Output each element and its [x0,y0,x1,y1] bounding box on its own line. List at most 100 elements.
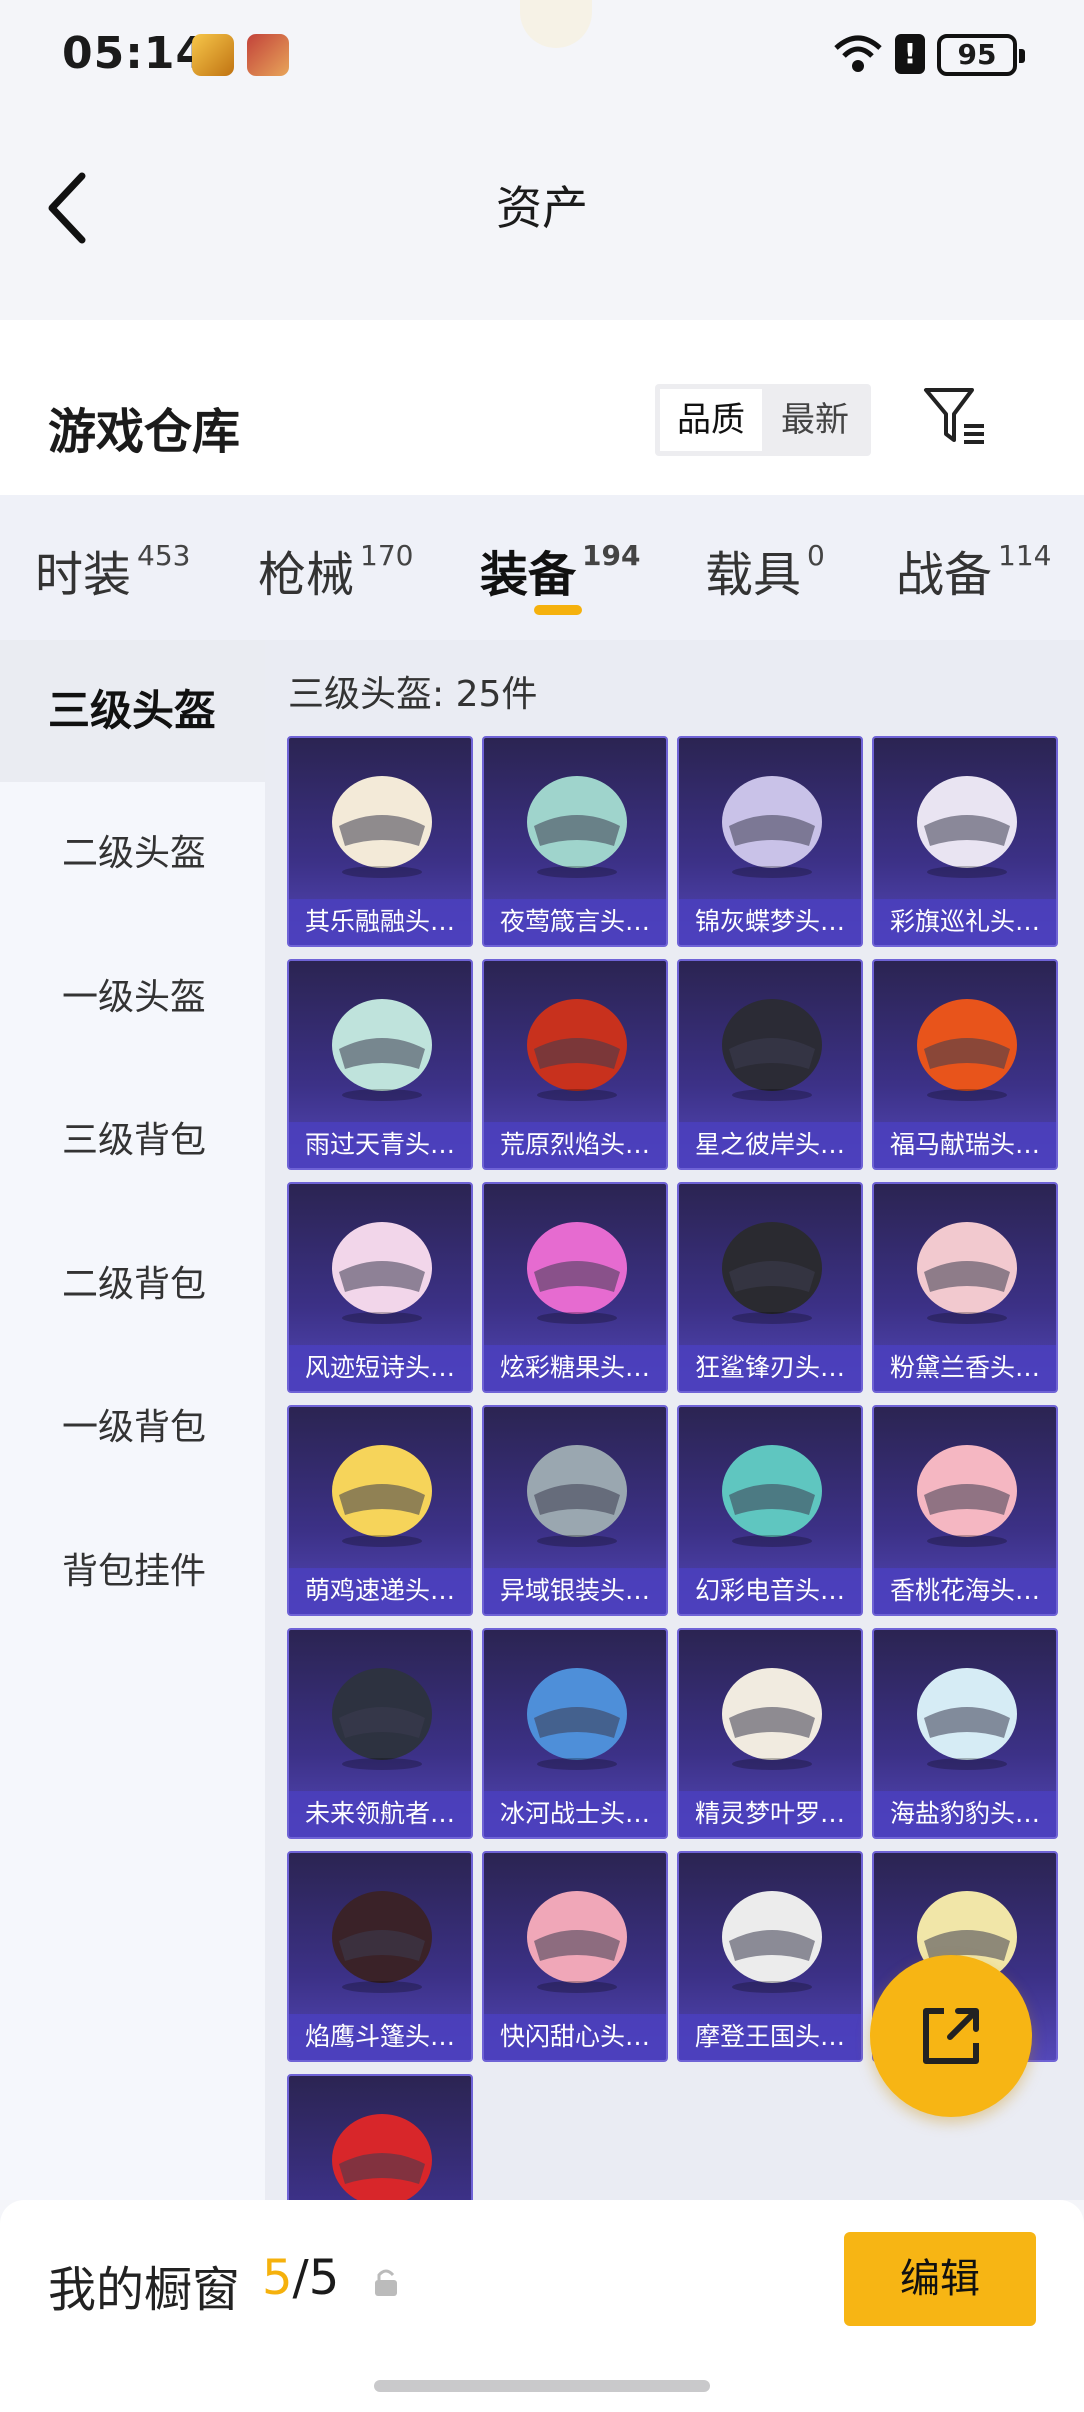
helmet-icon [917,1222,1017,1324]
helmet-item-name: 其乐融融头… [289,899,471,945]
helmet-item-card[interactable]: 冰河战士头… [482,1628,668,1839]
helmet-icon [527,999,627,1101]
sidebar-item-level3-backpack[interactable]: 三级背包 [0,1070,265,1212]
helmet-icon [722,1891,822,1993]
sidebar-item-level2-backpack[interactable]: 二级背包 [0,1214,265,1356]
edit-showcase-button[interactable]: 编辑 [844,2232,1036,2326]
showcase-current: 5 [262,2250,293,2306]
sidebar: 三级头盔 二级头盔 一级头盔 三级背包 二级背包 一级背包 背包挂件 [0,640,265,2200]
helmet-item-card[interactable]: 雨过天青头… [287,959,473,1170]
helmet-item-card[interactable]: 狂鲨锋刃头… [677,1182,863,1393]
tab-label: 战备 [896,547,993,603]
tab-supplies[interactable]: 战备 114 [896,535,1051,605]
helmet-icon [722,999,822,1101]
tab-count: 114 [998,539,1052,572]
helmet-icon [527,1445,627,1547]
share-button[interactable] [870,1955,1032,2117]
sort-toggle: 品质 最新 [655,384,871,456]
helmet-item-card[interactable]: 未来领航者… [287,1628,473,1839]
sidebar-item-level1-backpack[interactable]: 一级背包 [0,1357,265,1499]
helmet-icon [527,1222,627,1324]
helmet-item-name: 未来领航者… [289,1791,471,1837]
helmet-item-card[interactable]: 夜莺箴言头… [482,736,668,947]
helmet-item-card[interactable]: 异域银装头… [482,1405,668,1616]
wifi-icon [834,35,882,72]
helmet-item-card[interactable]: 粉黛兰香头… [872,1182,1058,1393]
tab-label: 枪械 [258,547,355,603]
app-notification-icon [192,34,234,76]
showcase-count: 5/5 [262,2250,339,2306]
helmet-icon [332,1668,432,1770]
helmet-item-name: 焰鹰斗篷头… [289,2014,471,2060]
sidebar-item-level3-helmet[interactable]: 三级头盔 [0,640,265,782]
helmet-item-name: 锦灰蝶梦头… [679,899,861,945]
helmet-item-name: 粉黛兰香头… [874,1345,1056,1391]
tab-firearms[interactable]: 枪械 170 [258,535,413,605]
helmet-item-name: 星之彼岸头… [679,1122,861,1168]
helmet-item-card[interactable]: 彩旗巡礼头… [872,736,1058,947]
helmet-item-card[interactable]: 炫彩糖果头… [482,1182,668,1393]
helmet-icon [722,776,822,878]
helmet-icon [527,1668,627,1770]
helmet-item-name: 风迹短诗头… [289,1345,471,1391]
helmet-item-name: 香桃花海头… [874,1568,1056,1614]
tab-count: 0 [807,539,825,572]
tab-count: 170 [360,539,414,572]
active-tab-indicator [534,605,582,615]
helmet-item-card[interactable]: 摩登王国头… [677,1851,863,2062]
helmet-item-name: 冰河战士头… [484,1791,666,1837]
helmet-icon [332,999,432,1101]
helmet-icon [332,1445,432,1547]
helmet-item-name: 狂鲨锋刃头… [679,1345,861,1391]
share-icon [923,2008,979,2064]
alert-icon: ! [895,34,925,74]
helmet-item-card[interactable]: 快闪甜心头… [482,1851,668,2062]
home-indicator [374,2380,710,2392]
helmet-icon [332,1891,432,1993]
filter-icon[interactable] [922,384,988,450]
sidebar-item-backpack-charm[interactable]: 背包挂件 [0,1501,265,1643]
tab-equipment[interactable]: 装备 194 [480,535,640,605]
helmet-item-name: 雨过天青头… [289,1122,471,1168]
tab-vehicles[interactable]: 载具 0 [705,535,825,605]
camera-cutout [520,0,592,48]
helmet-icon [722,1445,822,1547]
sort-quality-button[interactable]: 品质 [660,389,762,451]
helmet-item-name: 萌鸡速递头… [289,1568,471,1614]
tab-label: 时装 [35,547,132,603]
helmet-icon [722,1222,822,1324]
helmet-item-name: 福马献瑞头… [874,1122,1056,1168]
helmet-item-card[interactable]: 荒原烈焰头… [482,959,668,1170]
item-count-label: 三级头盔: 25件 [288,674,538,715]
lock-icon [375,2269,397,2296]
category-tabs: 时装 453 枪械 170 装备 194 载具 0 战备 114 [0,495,1084,640]
helmet-item-card[interactable]: 星之彼岸头… [677,959,863,1170]
helmet-item-name: 炫彩糖果头… [484,1345,666,1391]
helmet-item-card[interactable]: 精灵梦叶罗… [677,1628,863,1839]
helmet-item-card[interactable]: 风迹短诗头… [287,1182,473,1393]
helmet-item-card[interactable]: 萌鸡速递头… [287,1405,473,1616]
helmet-icon [527,776,627,878]
helmet-item-card[interactable]: 福马献瑞头… [872,959,1058,1170]
app-notification-icon [247,34,289,76]
sidebar-item-level1-helmet[interactable]: 一级头盔 [0,927,265,1069]
helmet-icon [722,1668,822,1770]
sidebar-item-level2-helmet[interactable]: 二级头盔 [0,783,265,925]
helmet-item-card[interactable]: 其乐融融头… [287,736,473,947]
helmet-icon [332,776,432,878]
helmet-item-name: 快闪甜心头… [484,2014,666,2060]
helmet-item-card[interactable]: 锦灰蝶梦头… [677,736,863,947]
helmet-item-name: 彩旗巡礼头… [874,899,1056,945]
page-title: 资产 [496,181,588,235]
status-time: 05:14 [62,28,208,79]
helmet-item-card[interactable]: 海盐豹豹头… [872,1628,1058,1839]
tab-fashion[interactable]: 时装 453 [35,535,190,605]
helmet-item-card[interactable]: 香桃花海头… [872,1405,1058,1616]
battery-icon: 95 [937,34,1025,76]
tab-count: 453 [137,539,191,572]
showcase-total: /5 [292,2250,340,2306]
status-bar: 05:14 ! 95 [0,0,1084,110]
helmet-item-card[interactable]: 幻彩电音头… [677,1405,863,1616]
sort-newest-button[interactable]: 最新 [764,389,866,451]
helmet-item-card[interactable]: 焰鹰斗篷头… [287,1851,473,2062]
